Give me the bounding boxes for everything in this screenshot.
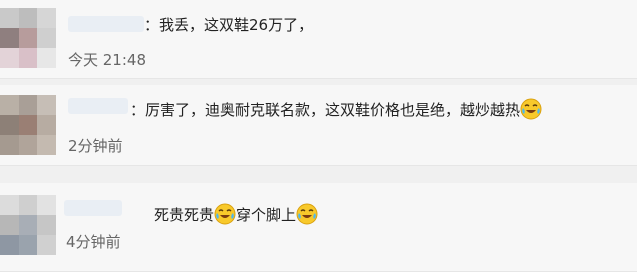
avatar[interactable]: [0, 8, 56, 68]
laughing-crying-emoji-icon: [214, 203, 236, 225]
username-redacted[interactable]: [68, 98, 128, 114]
comment-text-main: ：厉害了，迪奥耐克联名款，这双鞋价格也是绝，越炒越热: [130, 101, 521, 119]
laughing-crying-emoji-icon: [520, 98, 542, 120]
comment-list: ：我丢，这双鞋26万了， 今天 21:48 ：厉害了，迪奥耐克联名款，这双鞋价格…: [0, 0, 637, 272]
avatar[interactable]: [0, 95, 56, 155]
comment-item: ：厉害了，迪奥耐克联名款，这双鞋价格也是绝，越炒越热 2分钟前: [0, 85, 637, 166]
username-redacted[interactable]: [68, 16, 144, 32]
username-redacted[interactable]: [64, 200, 122, 216]
comment-text-a: 死贵死贵: [154, 206, 215, 224]
comment-time: 2分钟前: [68, 137, 123, 155]
comment-time: 今天 21:48: [68, 51, 146, 69]
laughing-crying-emoji-icon: [296, 203, 318, 225]
avatar[interactable]: [0, 195, 56, 255]
comment-time: 4分钟前: [66, 233, 121, 251]
comment-text-main: ：我丢，这双鞋26万了，: [144, 16, 314, 34]
comment-text: ：厉害了，迪奥耐克联名款，这双鞋价格也是绝，越炒越热: [130, 98, 542, 120]
comment-text: 死贵死贵 穿个脚上: [154, 203, 318, 225]
comment-text-b: 穿个脚上: [236, 206, 297, 224]
comment-item: ：我丢，这双鞋26万了， 今天 21:48: [0, 0, 637, 79]
comment-item: 死贵死贵 穿个脚上 4分钟前: [0, 183, 637, 272]
comment-text: ：我丢，这双鞋26万了，: [144, 15, 313, 35]
